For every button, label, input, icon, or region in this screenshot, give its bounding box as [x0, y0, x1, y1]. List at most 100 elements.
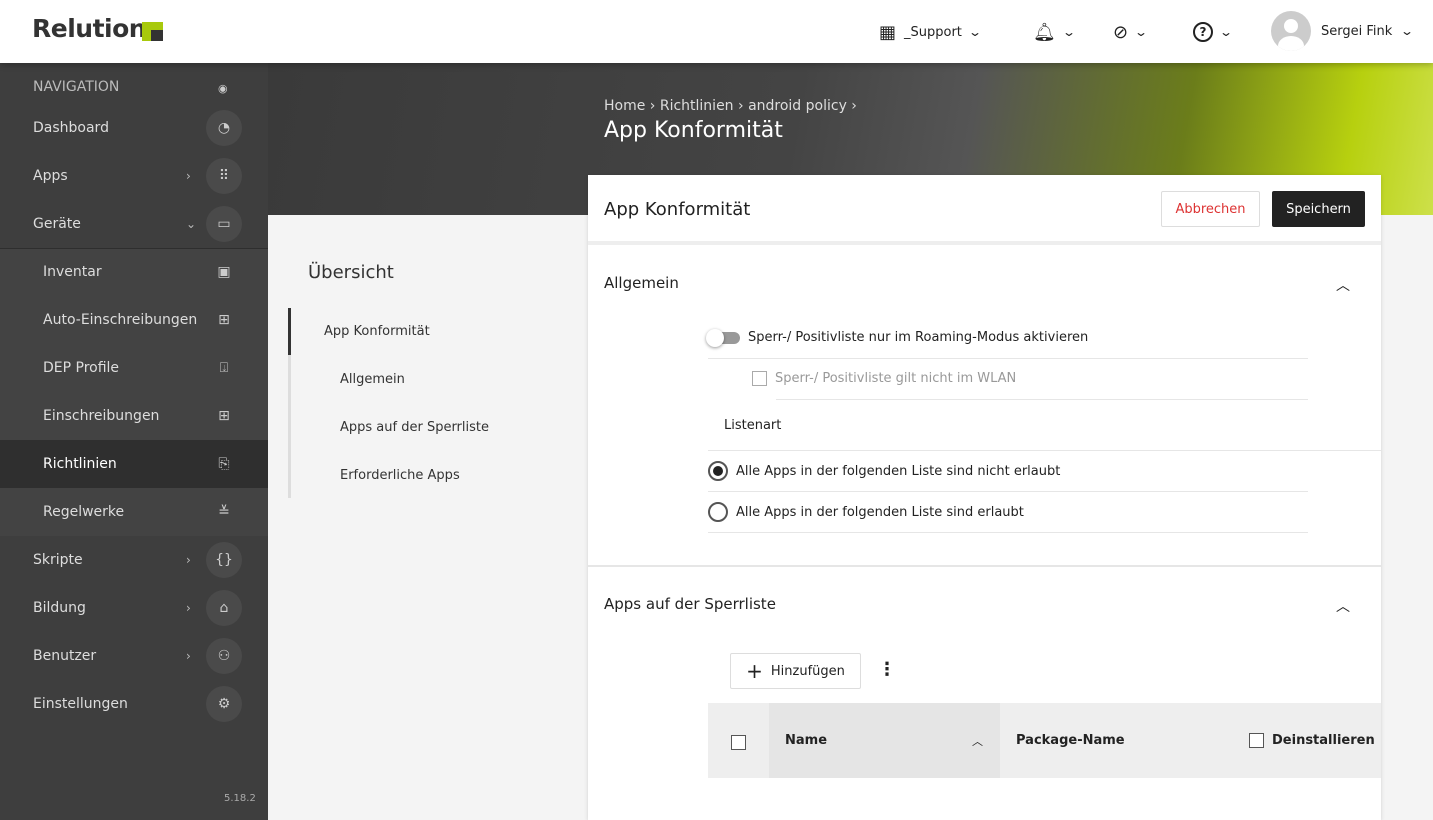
bell-icon: 🔔︎	[1033, 21, 1056, 43]
chevron-down-icon: ⌄	[1400, 24, 1415, 38]
sidebar-item-apps[interactable]: Apps › ⠿	[0, 152, 268, 200]
rules-icon: ≚	[218, 504, 230, 520]
more-vertical-icon[interactable]: ⋮	[878, 659, 896, 680]
sidebar-item-dep-profile[interactable]: DEP Profile ⍗	[0, 344, 268, 392]
divider	[708, 358, 1308, 359]
chevron-up-icon[interactable]: ︿	[1336, 275, 1350, 295]
building-icon: ▦	[879, 21, 897, 43]
overview-item-sperrliste[interactable]: Apps auf der Sperrliste	[340, 420, 489, 435]
label: Bildung	[33, 600, 86, 616]
divider	[708, 491, 1308, 492]
help-button[interactable]: ? ⌄	[1193, 18, 1234, 46]
wlan-checkbox-label: Sperr-/ Positivliste gilt nicht im WLAN	[775, 371, 1017, 386]
top-bar: Relution ▦ _Support ⌄ 🔔︎ ⌄ ⊘ ⌄ ? ⌄ Sergei Fin…	[0, 0, 1433, 63]
select-all-checkbox[interactable]	[731, 735, 746, 750]
breadcrumb-policy[interactable]: android policy	[748, 98, 847, 114]
roaming-toggle-row[interactable]: Sperr-/ Positivliste nur im Roaming-Modu…	[706, 328, 1088, 347]
chevron-down-icon: ⌄	[1061, 25, 1076, 39]
label: Geräte	[33, 216, 81, 232]
pin-icon[interactable]: ◉	[218, 82, 228, 95]
compass-button[interactable]: ⊘ ⌄	[1113, 18, 1148, 46]
auto-enroll-icon: ⊞	[218, 312, 230, 328]
notifications-button[interactable]: 🔔︎ ⌄	[1033, 18, 1076, 46]
chevron-down-icon: ⌄	[1218, 25, 1234, 39]
column-name: Name	[785, 733, 828, 748]
form-card: App Konformität Abbrechen Speichern Allg…	[588, 175, 1381, 820]
enroll-icon: ⊞	[218, 408, 230, 424]
sidebar-item-richtlinien[interactable]: Richtlinien ⎘	[0, 440, 268, 488]
tenant-selector[interactable]: ▦ _Support ⌄	[879, 18, 982, 46]
avatar	[1271, 11, 1311, 51]
card-title: App Konformität	[604, 199, 751, 220]
label: Benutzer	[33, 648, 97, 664]
add-label: Hinzufügen	[770, 663, 845, 679]
overview-title: Übersicht	[308, 262, 394, 283]
add-button[interactable]: + Hinzufügen	[730, 653, 861, 689]
version-label: 5.18.2	[224, 793, 256, 804]
divider	[708, 532, 1308, 533]
radio-label: Alle Apps in der folgenden Liste sind ni…	[736, 463, 1061, 479]
chevron-down-icon: ⌄	[186, 217, 197, 231]
sidebar-item-dashboard[interactable]: Dashboard ◔	[0, 104, 268, 152]
label: Einschreibungen	[43, 408, 160, 424]
chevron-up-icon[interactable]: ︿	[1336, 596, 1350, 616]
divider	[588, 241, 1381, 245]
overview-item-app-konformitaet[interactable]: App Konformität	[324, 324, 430, 339]
overview-active-indicator	[288, 308, 291, 355]
devices-icon: ▭	[206, 206, 242, 242]
roaming-toggle[interactable]	[706, 328, 740, 347]
table-header: Name ︿ Package-Name Deinstallieren	[708, 703, 1381, 778]
sidebar-item-inventar[interactable]: Inventar ▣	[0, 248, 268, 296]
inventory-icon: ▣	[217, 264, 231, 280]
breadcrumb: Home › Richtlinien › android policy ›	[604, 98, 857, 114]
nav-heading: NAVIGATION	[33, 79, 120, 95]
label: Regelwerke	[43, 504, 125, 520]
radio-not-allowed[interactable]: Alle Apps in der folgenden Liste sind ni…	[708, 461, 1060, 481]
label: Inventar	[43, 264, 102, 280]
label: Einstellungen	[33, 696, 128, 712]
sidebar-item-bildung[interactable]: Bildung › ⌂	[0, 584, 268, 632]
radio-button[interactable]	[708, 502, 728, 522]
page-title: App Konformität	[604, 118, 783, 143]
radio-allowed[interactable]: Alle Apps in der folgenden Liste sind er…	[708, 502, 1024, 522]
logo: Relution	[32, 14, 147, 43]
sidebar-item-benutzer[interactable]: Benutzer › ⚇	[0, 632, 268, 680]
label: Auto-Einschreibungen	[43, 312, 198, 328]
help-icon: ?	[1193, 22, 1213, 42]
label: DEP Profile	[43, 360, 120, 376]
sidebar-item-einschreibungen[interactable]: Einschreibungen ⊞	[0, 392, 268, 440]
radio-button[interactable]	[708, 461, 728, 481]
overview-item-erforderliche-apps[interactable]: Erforderliche Apps	[340, 468, 460, 483]
sidebar-item-auto-einschreibungen[interactable]: Auto-Einschreibungen ⊞	[0, 296, 268, 344]
logo-mark-icon	[142, 22, 163, 41]
sidebar-item-skripte[interactable]: Skripte › {}	[0, 536, 268, 584]
compass-icon: ⊘	[1113, 21, 1129, 43]
sort-asc-icon: ︿	[972, 735, 983, 748]
sidebar-item-einstellungen[interactable]: Einstellungen ⚙	[0, 680, 268, 728]
breadcrumb-home[interactable]: Home	[604, 98, 645, 114]
label: Apps	[33, 168, 68, 184]
chevron-right-icon: ›	[186, 601, 191, 615]
save-button[interactable]: Speichern	[1272, 191, 1365, 227]
uninstall-all-checkbox[interactable]	[1249, 733, 1264, 748]
braces-icon: {}	[206, 542, 242, 578]
user-menu[interactable]: Sergei Fink ⌄	[1271, 11, 1415, 51]
tenant-name: _Support	[904, 24, 962, 40]
policy-icon: ⎘	[218, 456, 230, 472]
breadcrumb-richtlinien[interactable]: Richtlinien	[660, 98, 734, 114]
cancel-button[interactable]: Abbrechen	[1161, 191, 1260, 227]
sidebar-item-geraete[interactable]: Geräte ⌄ ▭	[0, 200, 268, 248]
chevron-down-icon: ⌄	[967, 25, 982, 39]
divider	[588, 565, 1381, 567]
column-package-name[interactable]: Package-Name	[1016, 733, 1125, 748]
list-type-label: Listenart	[724, 418, 782, 433]
overview-item-allgemein[interactable]: Allgemein	[340, 372, 405, 387]
sidebar-item-regelwerke[interactable]: Regelwerke ≚	[0, 488, 268, 536]
name-column-header[interactable]: Name ︿	[769, 703, 1000, 778]
chevron-right-icon: ›	[186, 649, 191, 663]
radio-label: Alle Apps in der folgenden Liste sind er…	[736, 504, 1024, 520]
wlan-checkbox[interactable]	[752, 371, 767, 386]
plus-icon: +	[746, 659, 763, 683]
wlan-checkbox-row[interactable]: Sperr-/ Positivliste gilt nicht im WLAN	[752, 371, 1016, 386]
user-name: Sergei Fink	[1321, 23, 1393, 39]
